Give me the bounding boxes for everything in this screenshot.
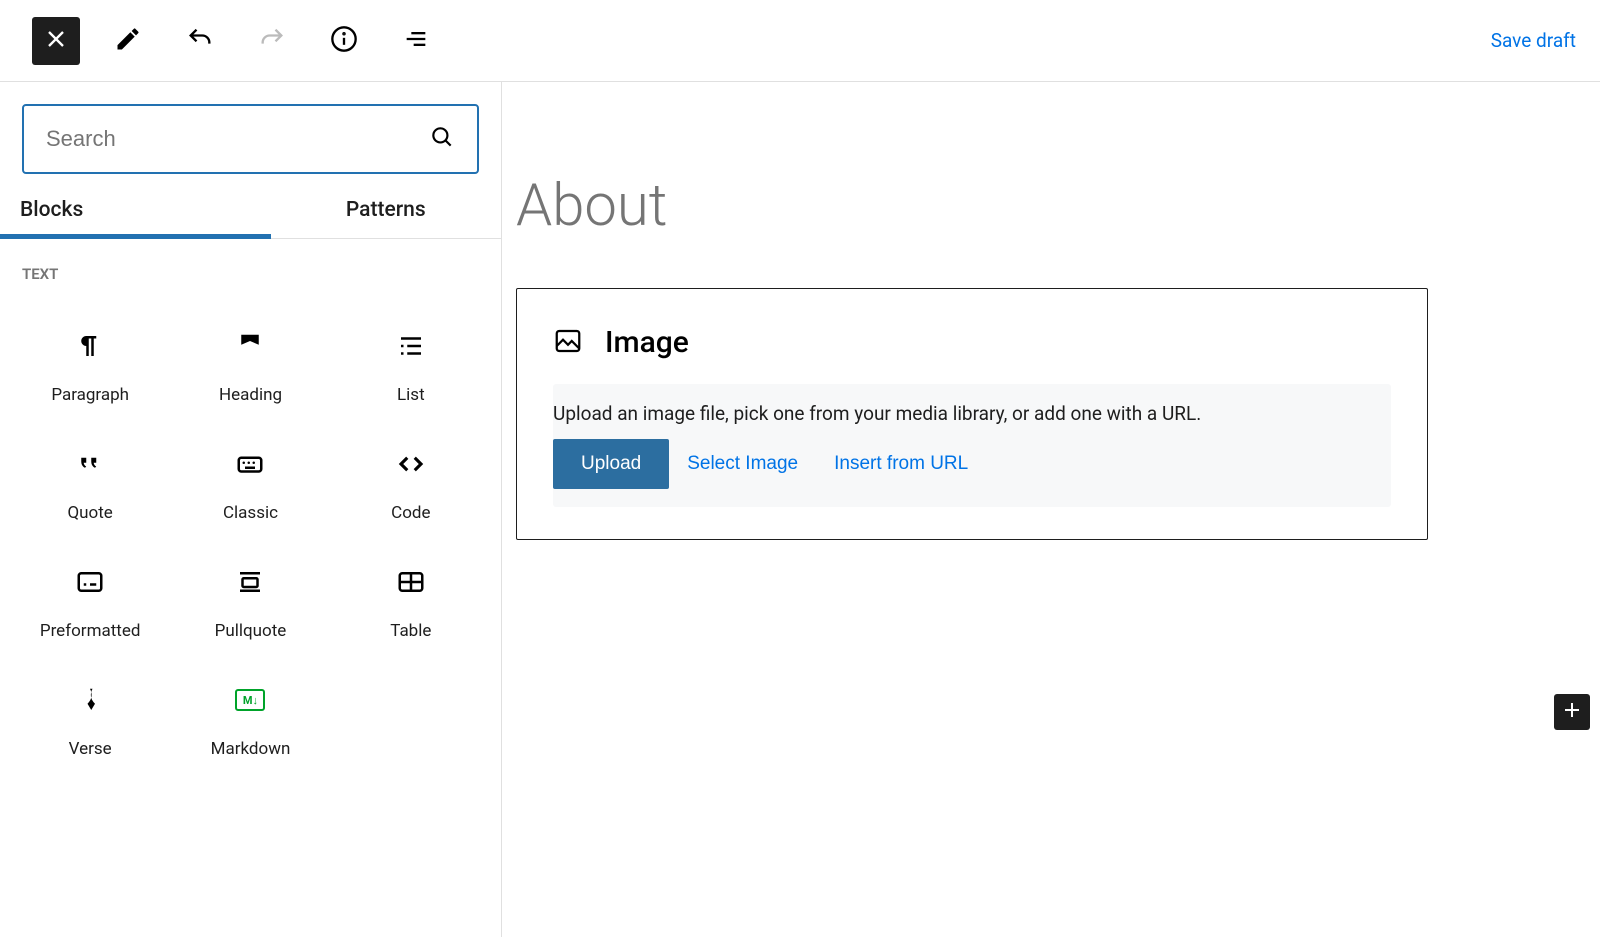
save-draft-link[interactable]: Save draft: [1491, 29, 1576, 52]
upload-button[interactable]: Upload: [553, 439, 669, 489]
tab-patterns[interactable]: Patterns: [271, 188, 502, 238]
block-inserter-sidebar: Blocks Patterns TEXT Paragraph Heading: [0, 82, 502, 937]
outline-icon: [402, 25, 430, 57]
image-icon: [553, 326, 583, 360]
select-image-button[interactable]: Select Image: [669, 439, 816, 489]
block-classic[interactable]: Classic: [170, 425, 330, 543]
pullquote-icon: [235, 567, 265, 597]
block-label: Paragraph: [51, 385, 129, 405]
block-label: Table: [390, 621, 431, 641]
close-icon: [42, 25, 70, 57]
category-text: TEXT: [0, 239, 501, 293]
markdown-icon: M↓: [235, 685, 265, 715]
search-wrap: [0, 82, 501, 188]
insert-from-url-button[interactable]: Insert from URL: [816, 439, 986, 489]
block-label: Pullquote: [215, 621, 287, 641]
block-label: Preformatted: [40, 621, 141, 641]
search-input[interactable]: [46, 126, 429, 152]
info-button[interactable]: [320, 17, 368, 65]
block-title: Image: [605, 325, 689, 360]
block-label: Classic: [223, 503, 278, 523]
undo-button[interactable]: [176, 17, 224, 65]
page-title[interactable]: About: [516, 82, 1586, 288]
toolbar-left-group: [32, 17, 440, 65]
quote-icon: [75, 449, 105, 479]
heading-icon: [235, 331, 265, 361]
block-label: Code: [391, 503, 430, 523]
close-button[interactable]: [32, 17, 80, 65]
media-actions-container: Upload an image file, pick one from your…: [553, 384, 1391, 507]
plus-icon: [1560, 698, 1584, 726]
block-label: List: [397, 385, 425, 405]
main-area: Blocks Patterns TEXT Paragraph Heading: [0, 82, 1600, 937]
block-heading[interactable]: Heading: [170, 307, 330, 425]
verse-icon: [75, 685, 105, 715]
block-markdown[interactable]: M↓ Markdown: [170, 661, 330, 779]
code-icon: [396, 449, 426, 479]
search-icon: [429, 124, 455, 154]
paragraph-icon: [75, 331, 105, 361]
block-label: Verse: [69, 739, 112, 759]
block-pullquote[interactable]: Pullquote: [170, 543, 330, 661]
redo-icon: [258, 25, 286, 57]
block-grid: Paragraph Heading List Quote: [0, 293, 501, 793]
category-title: TEXT: [22, 265, 479, 283]
block-verse[interactable]: Verse: [10, 661, 170, 779]
editor-canvas: About Image Upload an image file, pick o…: [502, 82, 1600, 937]
block-description: Upload an image file, pick one from your…: [553, 402, 1391, 439]
edit-button[interactable]: [104, 17, 152, 65]
add-block-button[interactable]: [1554, 694, 1590, 730]
pencil-icon: [114, 25, 142, 57]
preformatted-icon: [75, 567, 105, 597]
inserter-tabs: Blocks Patterns: [0, 188, 501, 239]
list-icon: [396, 331, 426, 361]
outline-button[interactable]: [392, 17, 440, 65]
top-toolbar: Save draft: [0, 0, 1600, 82]
block-label: Heading: [219, 385, 282, 405]
info-icon: [330, 25, 358, 57]
block-list[interactable]: List: [331, 307, 491, 425]
search-box[interactable]: [22, 104, 479, 174]
keyboard-icon: [235, 449, 265, 479]
block-preformatted[interactable]: Preformatted: [10, 543, 170, 661]
tab-blocks[interactable]: Blocks: [0, 188, 271, 238]
block-label: Markdown: [211, 739, 291, 759]
block-quote[interactable]: Quote: [10, 425, 170, 543]
block-label: Quote: [67, 503, 112, 523]
block-code[interactable]: Code: [331, 425, 491, 543]
table-icon: [396, 567, 426, 597]
undo-icon: [186, 25, 214, 57]
block-header: Image: [553, 325, 1391, 360]
block-paragraph[interactable]: Paragraph: [10, 307, 170, 425]
image-block-placeholder[interactable]: Image Upload an image file, pick one fro…: [516, 288, 1428, 540]
redo-button[interactable]: [248, 17, 296, 65]
block-table[interactable]: Table: [331, 543, 491, 661]
